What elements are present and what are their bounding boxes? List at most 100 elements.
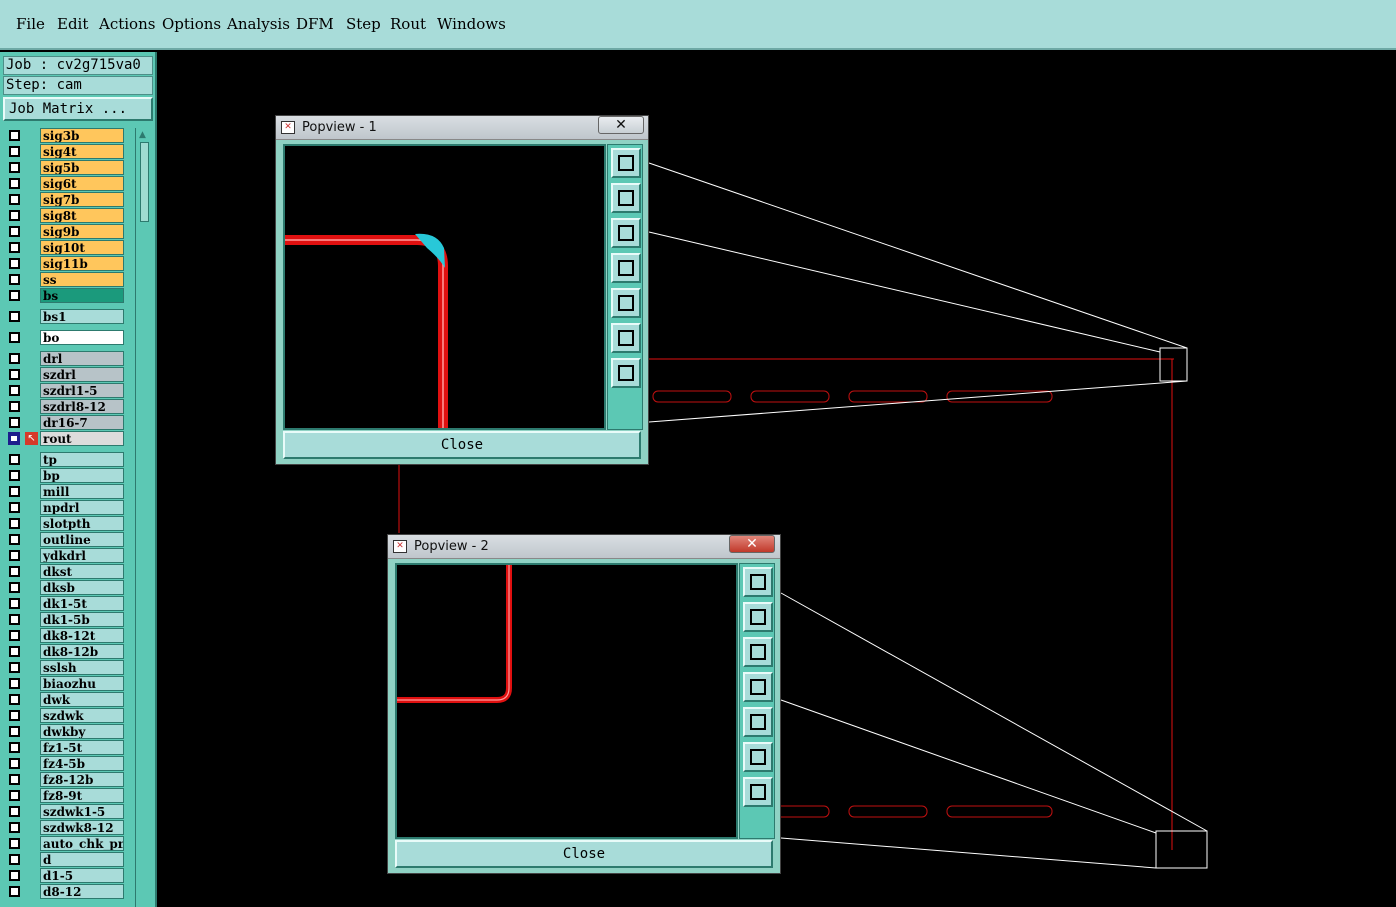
layer-name[interactable]: dksb <box>40 580 124 595</box>
layer-display-checkbox[interactable] <box>9 630 20 641</box>
layer-name[interactable]: bp <box>40 468 124 483</box>
layer-display-checkbox[interactable] <box>9 353 20 364</box>
layer-display-checkbox[interactable] <box>9 178 20 189</box>
zoom-out-button[interactable] <box>743 777 773 807</box>
layer-name[interactable]: d <box>40 852 124 867</box>
menu-dfm[interactable]: DFM <box>296 15 334 33</box>
layer-name[interactable]: fz4-5b <box>40 756 124 771</box>
pan-left-button[interactable] <box>611 253 641 283</box>
layer-name[interactable]: outline <box>40 532 124 547</box>
layer-display-checkbox[interactable] <box>9 566 20 577</box>
layer-display-checkbox[interactable] <box>9 486 20 497</box>
zoom-out-button[interactable] <box>611 358 641 388</box>
layer-name[interactable]: dk8-12b <box>40 644 124 659</box>
layer-row-ydkdrl[interactable]: ydkdrl <box>5 548 125 563</box>
layer-display-checkbox[interactable] <box>9 774 20 785</box>
popview-1-close-icon[interactable]: ✕ <box>598 116 644 134</box>
layer-row-dksb[interactable]: dksb <box>5 580 125 595</box>
work-layer-icon[interactable] <box>8 432 20 445</box>
layer-name[interactable]: dk1-5b <box>40 612 124 627</box>
layer-name[interactable]: biaozhu <box>40 676 124 691</box>
layer-display-checkbox[interactable] <box>9 242 20 253</box>
layer-scrollbar[interactable]: ▲ <box>135 128 153 907</box>
scroll-up-icon[interactable]: ▲ <box>139 130 150 140</box>
layer-name[interactable]: fz1-5t <box>40 740 124 755</box>
layer-display-checkbox[interactable] <box>9 146 20 157</box>
layer-display-checkbox[interactable] <box>9 369 20 380</box>
zoom-in-button[interactable] <box>743 742 773 772</box>
popview-1-close-button[interactable]: Close <box>283 431 641 459</box>
layer-display-checkbox[interactable] <box>9 742 20 753</box>
layer-display-checkbox[interactable] <box>9 534 20 545</box>
layer-name[interactable]: sig6t <box>40 176 124 191</box>
layer-row-auto_chk_pnl[interactable]: auto_chk_pnl <box>5 836 125 851</box>
layer-row-dk8-12t[interactable]: dk8-12t <box>5 628 125 643</box>
layer-name[interactable]: sig7b <box>40 192 124 207</box>
layer-display-checkbox[interactable] <box>9 806 20 817</box>
layer-name[interactable]: szdrl1-5 <box>40 383 124 398</box>
layer-row-sig9b[interactable]: sig9b <box>5 224 125 239</box>
layer-display-checkbox[interactable] <box>9 710 20 721</box>
menu-edit[interactable]: Edit <box>57 15 88 33</box>
layer-name[interactable]: szdwk1-5 <box>40 804 124 819</box>
layer-row-d1-5[interactable]: d1-5 <box>5 868 125 883</box>
popview-2-close-button[interactable]: Close <box>395 840 773 868</box>
layer-display-checkbox[interactable] <box>9 130 20 141</box>
popview-1-view[interactable] <box>283 144 606 430</box>
layer-display-checkbox[interactable] <box>9 726 20 737</box>
layer-row-dr16-7[interactable]: dr16-7 <box>5 415 125 430</box>
layer-row-fz8-9t[interactable]: fz8-9t <box>5 788 125 803</box>
layer-display-checkbox[interactable] <box>9 226 20 237</box>
layer-row-dk1-5t[interactable]: dk1-5t <box>5 596 125 611</box>
pan-down-button[interactable] <box>743 637 773 667</box>
layer-row-szdwk[interactable]: szdwk <box>5 708 125 723</box>
layer-name[interactable]: sslsh <box>40 660 124 675</box>
layer-row-dkst[interactable]: dkst <box>5 564 125 579</box>
pan-up-button[interactable] <box>611 183 641 213</box>
layer-name[interactable]: fz8-9t <box>40 788 124 803</box>
layer-row-outline[interactable]: outline <box>5 532 125 547</box>
layer-row-sig8t[interactable]: sig8t <box>5 208 125 223</box>
layer-name[interactable]: dk8-12t <box>40 628 124 643</box>
layer-display-checkbox[interactable] <box>9 311 20 322</box>
popview-2-titlebar[interactable]: ✕ Popview - 2 ✕ <box>388 535 780 559</box>
layer-row-d8-12[interactable]: d8-12 <box>5 884 125 899</box>
layer-row-mill[interactable]: mill <box>5 484 125 499</box>
layer-row-tp[interactable]: tp <box>5 452 125 467</box>
layer-name[interactable]: ydkdrl <box>40 548 124 563</box>
layer-display-checkbox[interactable] <box>9 290 20 301</box>
layer-row-npdrl[interactable]: npdrl <box>5 500 125 515</box>
popview-2-close-icon[interactable]: ✕ <box>729 535 775 553</box>
layer-display-checkbox[interactable] <box>9 886 20 897</box>
layer-display-checkbox[interactable] <box>9 470 20 481</box>
layer-display-checkbox[interactable] <box>9 162 20 173</box>
layer-display-checkbox[interactable] <box>9 210 20 221</box>
layer-row-sig4t[interactable]: sig4t <box>5 144 125 159</box>
menu-windows[interactable]: Windows <box>437 15 506 33</box>
layer-name[interactable]: dwkby <box>40 724 124 739</box>
layer-display-checkbox[interactable] <box>9 194 20 205</box>
layer-row-dwkby[interactable]: dwkby <box>5 724 125 739</box>
zoom-in-button[interactable] <box>611 323 641 353</box>
layer-display-checkbox[interactable] <box>9 417 20 428</box>
layer-display-checkbox[interactable] <box>9 385 20 396</box>
layer-display-checkbox[interactable] <box>9 582 20 593</box>
layer-row-dk1-5b[interactable]: dk1-5b <box>5 612 125 627</box>
layer-row-szdrl8-12[interactable]: szdrl8-12 <box>5 399 125 414</box>
layer-row-sig6t[interactable]: sig6t <box>5 176 125 191</box>
layer-name[interactable]: ss <box>40 272 124 287</box>
layer-name[interactable]: slotpth <box>40 516 124 531</box>
layer-display-checkbox[interactable] <box>9 662 20 673</box>
menu-options[interactable]: Options <box>162 15 221 33</box>
layer-row-biaozhu[interactable]: biaozhu <box>5 676 125 691</box>
layer-name[interactable]: mill <box>40 484 124 499</box>
layer-name[interactable]: drl <box>40 351 124 366</box>
layer-row-bp[interactable]: bp <box>5 468 125 483</box>
layer-name[interactable]: szdwk <box>40 708 124 723</box>
zoom-fit-button[interactable] <box>743 567 773 597</box>
pan-down-button[interactable] <box>611 218 641 248</box>
layer-row-sslsh[interactable]: sslsh <box>5 660 125 675</box>
layer-name[interactable]: sig4t <box>40 144 124 159</box>
layer-row-szdrl1-5[interactable]: szdrl1-5 <box>5 383 125 398</box>
menu-file[interactable]: File <box>16 15 45 33</box>
